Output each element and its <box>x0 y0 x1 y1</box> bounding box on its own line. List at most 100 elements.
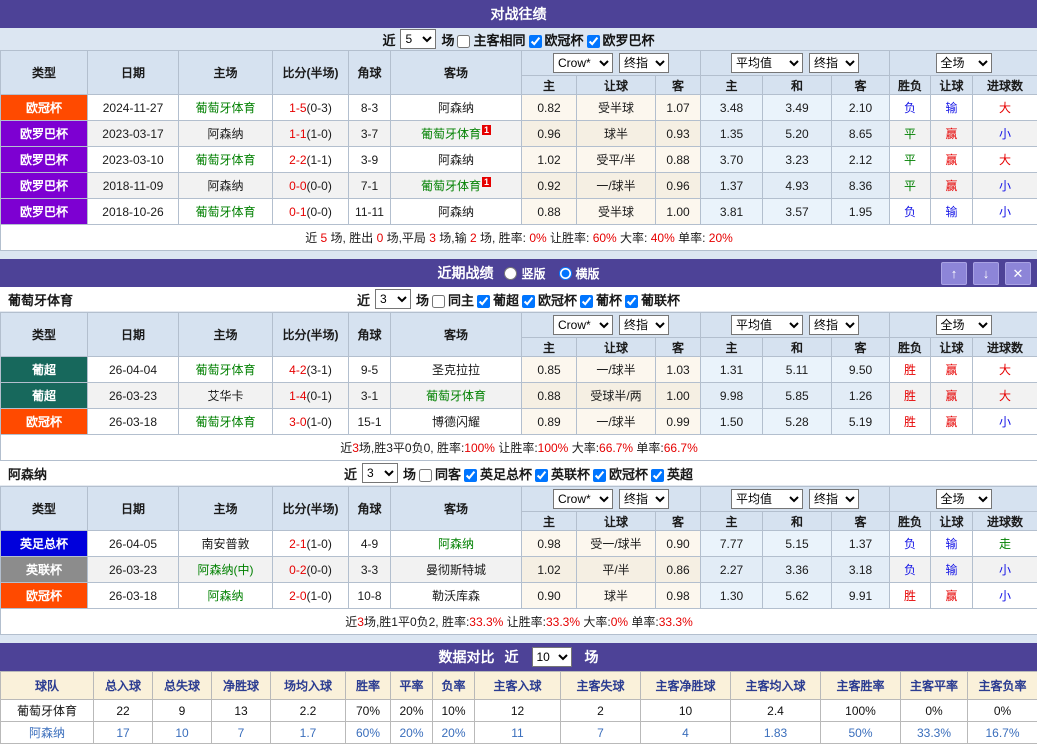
result-handicap: 赢 <box>931 173 973 199</box>
avg-home-odds: 7.77 <box>701 531 763 557</box>
crow-away-odds: 0.96 <box>656 173 701 199</box>
match-row: 欧冠杯26-03-18葡萄牙体育3-0(1-0)15-1博德闪耀0.89一/球半… <box>1 409 1037 435</box>
recent-count-select[interactable]: 3 <box>375 289 411 309</box>
summary-cell: 近 5 场, 胜出 0 场,平局 3 场,输 2 场, 胜率: 0% 让胜率: … <box>1 225 1037 251</box>
competition-filter-label[interactable]: 葡杯 <box>579 290 624 309</box>
column-header: 主 <box>522 338 577 357</box>
competition-filter-checkbox[interactable] <box>529 35 542 48</box>
move-up-button[interactable]: ↑ <box>941 262 967 285</box>
result-handicap: 输 <box>931 557 973 583</box>
layout-radio-option[interactable]: 竖版 <box>503 265 545 282</box>
layout-radio-selected[interactable]: 横版 <box>558 265 600 282</box>
compare-column-header: 胜率 <box>346 672 391 700</box>
crow-home-odds: 1.02 <box>522 147 577 173</box>
competition-filter-label[interactable]: 欧冠杯 <box>528 30 586 49</box>
recent-count-select[interactable]: 5 <box>400 29 436 49</box>
home-team: 葡萄牙体育 <box>179 147 273 173</box>
crow-odds-select[interactable]: Crow* <box>553 315 613 335</box>
match-date: 2023-03-10 <box>88 147 179 173</box>
column-header: 让球 <box>931 512 973 531</box>
avg-home-odds: 3.48 <box>701 95 763 121</box>
competition-filter-label[interactable]: 欧罗巴杯 <box>586 30 657 49</box>
competition-filter-label[interactable]: 英联杯 <box>534 464 592 483</box>
same-venue-checkbox-label[interactable]: 同主 <box>431 290 476 309</box>
competition-filter-checkbox[interactable] <box>535 469 548 482</box>
score: 1-5(0-3) <box>273 95 349 121</box>
avg-draw-odds: 3.57 <box>763 199 832 225</box>
same-venue-checkbox-label[interactable]: 同客 <box>418 464 463 483</box>
match-row: 英足总杯26-04-05南安普敦2-1(1-0)4-9阿森纳0.98受一/球半0… <box>1 531 1037 557</box>
full-match-select[interactable]: 全场 <box>936 489 992 509</box>
result-handicap: 赢 <box>931 409 973 435</box>
compare-count-select[interactable]: 10 <box>532 647 572 667</box>
competition-filter-checkbox[interactable] <box>522 295 535 308</box>
handicap-line: 受半球 <box>577 95 656 121</box>
crow-odds-select[interactable]: Crow* <box>553 489 613 509</box>
competition-filter-checkbox[interactable] <box>593 469 606 482</box>
score-halftime: (0-0) <box>307 179 332 193</box>
column-header: 类型 <box>1 51 88 95</box>
avg-odds-select[interactable]: 平均值 <box>731 53 803 73</box>
score: 0-0(0-0) <box>273 173 349 199</box>
final-index-select[interactable]: 终指 <box>619 315 669 335</box>
data-compare-panel: 数据对比 近10场 球队总入球总失球净胜球场均入球胜率平率负率主客入球主客失球主… <box>0 643 1037 744</box>
close-button[interactable]: ✕ <box>1005 262 1031 285</box>
layout-radio[interactable] <box>504 267 517 280</box>
compare-value: 60% <box>346 722 391 744</box>
crow-odds-group: Crow* 终指 <box>522 51 701 76</box>
competition-filter-checkbox[interactable] <box>477 295 490 308</box>
page: 对战往绩 近5场主客相同欧冠杯欧罗巴杯 类型日期主场比分(半场)角球客场Crow… <box>0 0 1037 744</box>
recent-results-bar-center: 近期战绩 竖版横版 <box>437 263 599 283</box>
summary-text: 40% <box>651 231 675 245</box>
match-date: 2023-03-17 <box>88 121 179 147</box>
recent-count-select[interactable]: 3 <box>362 463 398 483</box>
same-venue-checkbox[interactable] <box>457 35 470 48</box>
full-match-group: 全场 <box>890 487 1037 512</box>
avg-odds-select[interactable]: 平均值 <box>731 315 803 335</box>
same-venue-checkbox[interactable] <box>432 295 445 308</box>
compare-column-header: 场均入球 <box>271 672 346 700</box>
compare-column-header: 主客均入球 <box>731 672 821 700</box>
score-halftime: (3-1) <box>307 363 332 377</box>
same-venue-checkbox-label[interactable]: 主客相同 <box>456 30 527 49</box>
layout-radio[interactable] <box>559 267 572 280</box>
full-match-select[interactable]: 全场 <box>936 315 992 335</box>
home-team: 阿森纳 <box>179 121 273 147</box>
final-index-select-2[interactable]: 终指 <box>809 315 859 335</box>
score-halftime: (1-0) <box>307 537 332 551</box>
final-index-select-2[interactable]: 终指 <box>809 53 859 73</box>
competition-filter-label[interactable]: 英足总杯 <box>463 464 534 483</box>
type-badge: 葡超 <box>1 383 88 409</box>
competition-filter-checkbox[interactable] <box>464 469 477 482</box>
competition-filter-checkbox[interactable] <box>587 35 600 48</box>
competition-filter-checkbox[interactable] <box>580 295 593 308</box>
competition-filter-checkbox[interactable] <box>625 295 638 308</box>
compare-column-header: 主客净胜球 <box>641 672 731 700</box>
same-venue-checkbox[interactable] <box>419 469 432 482</box>
avg-odds-select[interactable]: 平均值 <box>731 489 803 509</box>
competition-filter-label[interactable]: 欧冠杯 <box>592 464 650 483</box>
compare-column-header: 球队 <box>1 672 94 700</box>
full-match-select[interactable]: 全场 <box>936 53 992 73</box>
result-goals: 小 <box>973 409 1037 435</box>
competition-filter-label[interactable]: 英超 <box>650 464 695 483</box>
final-index-select[interactable]: 终指 <box>619 53 669 73</box>
final-index-select-2[interactable]: 终指 <box>809 489 859 509</box>
avg-odds-group: 平均值终指 <box>701 313 890 338</box>
move-down-button[interactable]: ↓ <box>973 262 999 285</box>
crow-odds-group: Crow* 终指 <box>522 487 701 512</box>
avg-away-odds: 5.19 <box>832 409 890 435</box>
away-team-name: 阿森纳 <box>438 205 474 219</box>
handicap-line: 一/球半 <box>577 173 656 199</box>
team-match-table-wrap: 类型日期主场比分(半场)角球客场Crow*终指平均值终指全场主让球客主和客胜负让… <box>0 312 1037 461</box>
competition-filter-checkbox[interactable] <box>651 469 664 482</box>
competition-filter-label[interactable]: 葡联杯 <box>624 290 682 309</box>
competition-filter-label[interactable]: 欧冠杯 <box>521 290 579 309</box>
crow-odds-select[interactable]: Crow* <box>553 53 613 73</box>
competition-filter-label[interactable]: 葡超 <box>476 290 521 309</box>
avg-away-odds: 9.50 <box>832 357 890 383</box>
final-index-select[interactable]: 终指 <box>619 489 669 509</box>
crow-away-odds: 0.88 <box>656 147 701 173</box>
result-goals: 小 <box>973 121 1037 147</box>
recent-label: 近 <box>344 464 357 483</box>
